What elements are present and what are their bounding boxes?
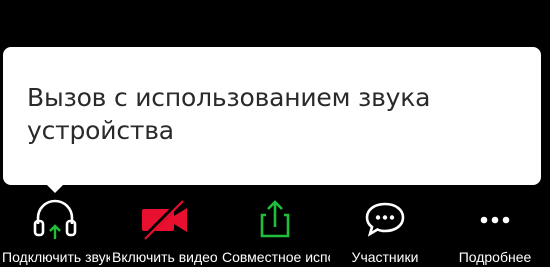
join-audio-label: Подключить звук	[2, 249, 110, 265]
share-icon	[220, 196, 330, 244]
more-label: Подробнее	[458, 249, 532, 265]
share-label: Совместное использование	[222, 249, 330, 265]
start-video-label: Включить видео	[112, 249, 218, 265]
tooltip-arrow	[44, 182, 66, 193]
tooltip-line-2: устройства	[27, 116, 174, 145]
participants-label: Участники	[351, 249, 419, 265]
participants-chat-icon	[330, 196, 440, 244]
tooltip-line-1: Вызов с использованием звука	[27, 83, 431, 112]
more-icon	[440, 196, 550, 244]
start-video-button[interactable]: Включить видео	[110, 196, 220, 267]
participants-button[interactable]: Участники	[330, 196, 440, 267]
share-button[interactable]: Совместное использование	[220, 196, 330, 267]
more-button[interactable]: Подробнее	[440, 196, 550, 267]
join-audio-button[interactable]: Подключить звук	[0, 196, 110, 267]
video-off-icon	[110, 196, 220, 244]
audio-tooltip: Вызов с использованием звука устройства	[3, 47, 541, 185]
meeting-toolbar: Подключить звук Включить видео Совместно…	[0, 196, 550, 267]
headphones-icon	[0, 196, 110, 244]
